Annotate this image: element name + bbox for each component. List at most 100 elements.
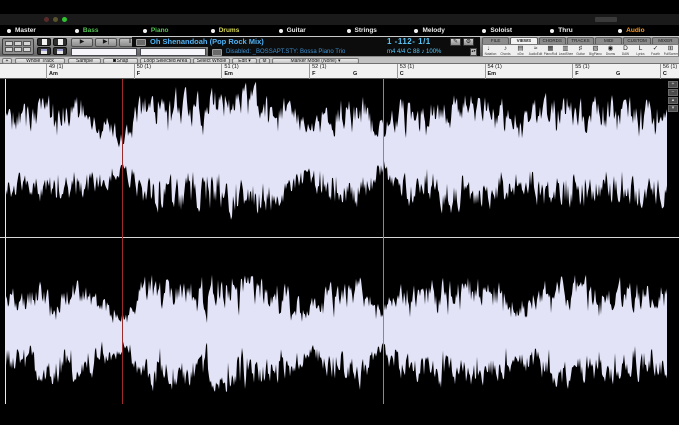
fullscreen-button[interactable]: ⊞FullScreen (663, 45, 678, 56)
chord-label: F (312, 71, 315, 78)
track-radio-icon[interactable] (7, 29, 11, 33)
track-radio-icon[interactable] (618, 29, 622, 33)
bar-number: 53 (1) (400, 64, 414, 71)
selection-start-marker[interactable] (5, 79, 6, 404)
fourth-button[interactable]: ✓Fourth (648, 45, 663, 56)
tempo-stepper[interactable]: ▴▾ (470, 48, 477, 56)
ribbon: FILEVIEWSCHORDSTRACKSMIDICUSTOMMIXER ♩No… (482, 37, 679, 57)
playback-position-line[interactable] (122, 79, 123, 404)
open-file-icon (58, 39, 63, 45)
track-radio-icon[interactable] (550, 29, 554, 33)
track-tab-thru[interactable]: Thru (543, 25, 611, 36)
waveform-area[interactable]: +−▴▾ (0, 79, 679, 425)
chords-button[interactable]: ♪Chords (498, 45, 513, 56)
zoom-in-button[interactable]: + (668, 81, 678, 88)
bar-marker[interactable]: 56 (1)C (660, 64, 679, 79)
preset-cell[interactable] (5, 47, 13, 52)
track-tab-bass[interactable]: Bass (68, 25, 136, 36)
preset-cell[interactable] (5, 41, 13, 46)
close-window-icon[interactable] (44, 17, 49, 22)
lyrics-button[interactable]: LLyrics (633, 45, 648, 56)
track-radio-icon[interactable] (75, 29, 79, 33)
track-tab-melody[interactable]: Melody (407, 25, 475, 36)
track-tab-bar: MasterBass Piano Drums Guitar Strings Melody S… (0, 25, 679, 36)
track-radio-icon[interactable] (347, 29, 351, 33)
drums-button[interactable]: ◉Drums (603, 45, 618, 56)
song-title-icon[interactable] (136, 39, 146, 46)
song-field-1[interactable] (71, 48, 137, 56)
loop-position-line[interactable] (383, 79, 384, 404)
counter-settings-button[interactable]: ⚙ (463, 38, 474, 46)
track-tab-label: Audio (626, 25, 644, 36)
open-song-button[interactable] (53, 38, 67, 46)
ribbon-tab-mixer[interactable]: MIXER (652, 37, 679, 44)
zoom-down-button[interactable]: ▾ (668, 105, 678, 112)
track-tab-drums[interactable]: Drums (204, 25, 272, 36)
save-song-button[interactable] (37, 47, 51, 55)
bar-marker[interactable]: 54 (1)Em (485, 64, 565, 79)
play-button[interactable]: ▶ (71, 38, 93, 47)
track-radio-icon[interactable] (279, 29, 283, 33)
chord-label: C (400, 71, 404, 78)
track-tab-label: Guitar (287, 25, 306, 36)
song-field-2[interactable] (140, 48, 206, 56)
track-tab-label: Melody (422, 25, 444, 36)
bar-marker[interactable]: 49 (1)Am (46, 64, 126, 79)
guitar-button[interactable]: ♯Guitar (573, 45, 588, 56)
track-tab-guitar[interactable]: Guitar (272, 25, 340, 36)
save-disk-icon (41, 49, 47, 54)
bar-ruler[interactable]: 49 (1)Am 50 (1)F 51 (1)Em 52 (1)F 53 (1)C 54 … (0, 64, 679, 79)
chord-label: Em (224, 71, 233, 78)
bar-marker[interactable]: 53 (1)C (397, 64, 477, 79)
counter-edit-button[interactable]: ✎ (450, 38, 461, 46)
bar-marker[interactable]: 55 (1)F (572, 64, 652, 79)
track-radio-icon[interactable] (143, 29, 147, 33)
save-as-button[interactable] (53, 47, 67, 55)
track-radio-icon[interactable] (482, 29, 486, 33)
ribbon-tab-chords[interactable]: CHORDS (539, 37, 566, 44)
xow-button[interactable]: ▤xOw (513, 45, 528, 56)
preset-cell[interactable] (14, 41, 22, 46)
zoom-window-icon[interactable] (62, 17, 67, 22)
preset-cell[interactable] (14, 47, 22, 52)
waveform-canvas[interactable] (0, 79, 679, 425)
main-toolbar: ▶▶|‖■↻● Oh Shenandoah (Pop Rock Mix) Dis… (0, 36, 679, 56)
leadsheet-button[interactable]: ▥LeadSheet (558, 45, 573, 56)
style-icon[interactable] (212, 49, 222, 56)
ribbon-tab-file[interactable]: FILE (482, 37, 509, 44)
pianoroll-button[interactable]: ▦PianoRoll (543, 45, 558, 56)
track-tab-master[interactable]: Master (0, 25, 68, 36)
track-tab-piano[interactable]: Piano (136, 25, 204, 36)
track-tab-soloist[interactable]: Soloist (475, 25, 543, 36)
ribbon-tab-tracks[interactable]: TRACKS (567, 37, 594, 44)
waveform-strip[interactable] (6, 275, 667, 392)
zoom-up-button[interactable]: ▴ (668, 97, 678, 104)
save-as-disk-icon (57, 49, 63, 54)
notation-button[interactable]: ♩Notation (483, 45, 498, 56)
ribbon-tab-midi[interactable]: MIDI (595, 37, 622, 44)
preset-cell[interactable] (23, 47, 31, 52)
bar-marker[interactable]: 51 (1)Em (221, 64, 301, 79)
window-titlebar[interactable] (0, 14, 679, 25)
bar-marker[interactable]: 52 (1)F (309, 64, 389, 79)
song-title[interactable]: Oh Shenandoah (Pop Rock Mix) (150, 37, 264, 47)
ribbon-tab-views[interactable]: VIEWS (510, 37, 537, 44)
track-radio-icon[interactable] (211, 29, 215, 33)
track-tab-audio[interactable]: Audio (611, 25, 679, 36)
audioedit-button[interactable]: ≈AudioEdit (528, 45, 543, 56)
bar-marker[interactable]: 50 (1)F (134, 64, 214, 79)
zoom-out-button[interactable]: − (668, 89, 678, 96)
fourth-icon: ✓ (648, 45, 663, 52)
minimize-window-icon[interactable] (53, 17, 58, 22)
waveform-strip[interactable] (6, 82, 667, 220)
ribbon-tab-custom[interactable]: CUSTOM (623, 37, 650, 44)
track-radio-icon[interactable] (414, 29, 418, 33)
play-from-bar-button[interactable]: ▶| (95, 38, 117, 47)
track-tab-label: Piano (151, 25, 169, 36)
daw-button[interactable]: DDAW (618, 45, 633, 56)
preset-cell[interactable] (23, 41, 31, 46)
new-song-button[interactable] (37, 38, 51, 46)
bigpiano-button[interactable]: ▧BigPiano (588, 45, 603, 56)
layout-preset-panel[interactable] (2, 38, 34, 55)
track-tab-strings[interactable]: Strings (340, 25, 408, 36)
